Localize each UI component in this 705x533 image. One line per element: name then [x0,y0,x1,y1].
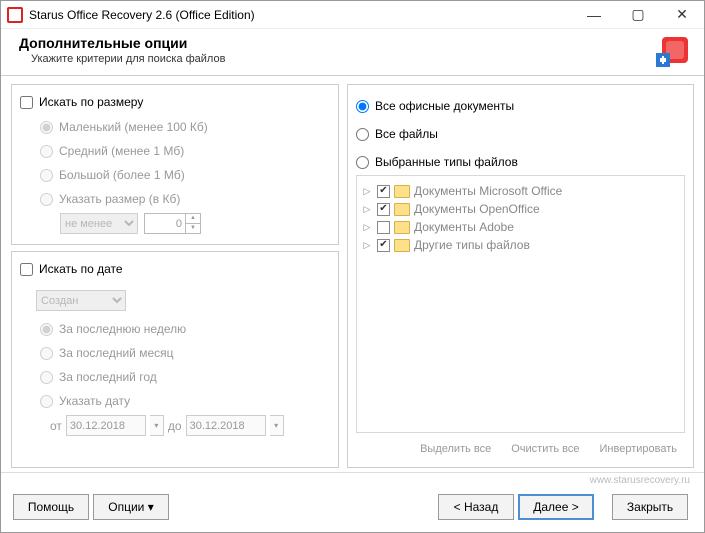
tree-expander-icon[interactable]: ▷ [361,222,373,233]
date-to-label: до [168,419,182,433]
date-last-month-radio[interactable]: За последний месяц [40,343,330,363]
tree-expander-icon[interactable]: ▷ [361,240,373,251]
tree-item[interactable]: ▷ ✔ Документы Microsoft Office [361,182,680,200]
date-last-week-radio[interactable]: За последнюю неделю [40,319,330,339]
options-button[interactable]: Опции ▾ [93,494,169,520]
wizard-header: Дополнительные опции Укажите критерии дл… [1,29,704,76]
clear-all-link[interactable]: Очистить все [511,443,579,455]
invert-link[interactable]: Инвертировать [600,443,677,455]
app-icon [7,7,23,23]
folder-icon [394,203,410,216]
tree-item-label: Документы OpenOffice [414,202,540,216]
tree-item-label: Документы Microsoft Office [414,184,562,198]
date-from-label: от [50,419,62,433]
tree-checkbox[interactable]: ✔ [377,239,390,252]
size-checkbox-input[interactable] [20,96,33,109]
all-office-radio[interactable]: Все офисные документы [356,99,685,113]
search-by-size-checkbox[interactable]: Искать по размеру [20,95,330,109]
tree-item[interactable]: ▷ ✔ Другие типы файлов [361,236,680,254]
tree-expander-icon[interactable]: ▷ [361,186,373,197]
size-custom-radio[interactable]: Указать размер (в Кб) [40,189,330,209]
tree-item-label: Другие типы файлов [414,238,530,252]
date-type-select[interactable]: Создан [36,290,126,311]
window-title: Starus Office Recovery 2.6 (Office Editi… [29,8,572,22]
size-value-spinbox[interactable]: ▲▼ [144,213,201,234]
spin-down-icon[interactable]: ▼ [186,224,200,233]
help-button[interactable]: Помощь [13,494,89,520]
file-types-tree[interactable]: ▷ ✔ Документы Microsoft Office ▷ ✔ Докум… [356,175,685,433]
date-panel: Искать по дате Создан За последнюю недел… [11,251,339,468]
page-title: Дополнительные опции [19,35,225,51]
size-compare-select[interactable]: не менее [60,213,138,234]
maximize-button[interactable]: ▢ [616,1,660,29]
back-button[interactable]: < Назад [438,494,514,520]
tree-expander-icon[interactable]: ▷ [361,204,373,215]
window-controls: — ▢ ✕ [572,1,704,29]
date-last-year-radio[interactable]: За последний год [40,367,330,387]
app-window: Starus Office Recovery 2.6 (Office Editi… [0,0,705,533]
chevron-down-icon[interactable]: ▾ [270,415,284,436]
date-from-input[interactable] [66,415,146,436]
tree-item[interactable]: ▷ ✔ Документы OpenOffice [361,200,680,218]
tree-checkbox[interactable]: ✔ [377,203,390,216]
date-to-input[interactable] [186,415,266,436]
content-area: Искать по размеру Маленький (менее 100 К… [1,76,704,472]
select-all-link[interactable]: Выделить все [420,443,491,455]
close-button[interactable]: Закрыть [612,494,688,520]
tree-item-label: Документы Adobe [414,220,514,234]
chevron-down-icon[interactable]: ▾ [150,415,164,436]
all-files-radio[interactable]: Все файлы [356,127,685,141]
titlebar: Starus Office Recovery 2.6 (Office Editi… [1,1,704,29]
search-by-date-checkbox[interactable]: Искать по дате [20,262,330,276]
office-recovery-icon [656,35,690,72]
close-window-button[interactable]: ✕ [660,1,704,29]
website-signature: www.starusrecovery.ru [1,472,704,486]
size-panel: Искать по размеру Маленький (менее 100 К… [11,84,339,245]
folder-icon [394,185,410,198]
tree-checkbox[interactable] [377,221,390,234]
size-large-radio[interactable]: Большой (более 1 Мб) [40,165,330,185]
types-panel: Все офисные документы Все файлы Выбранны… [347,84,694,468]
size-small-radio[interactable]: Маленький (менее 100 Кб) [40,117,330,137]
tree-item[interactable]: ▷ Документы Adobe [361,218,680,236]
page-subtitle: Укажите критерии для поиска файлов [31,53,225,65]
size-checkbox-label: Искать по размеру [39,95,143,109]
folder-icon [394,239,410,252]
spin-up-icon[interactable]: ▲ [186,214,200,224]
date-checkbox-input[interactable] [20,263,33,276]
footer: Помощь Опции ▾ < Назад Далее > Закрыть [1,486,704,532]
folder-icon [394,221,410,234]
next-button[interactable]: Далее > [518,494,594,520]
size-medium-radio[interactable]: Средний (менее 1 Мб) [40,141,330,161]
date-custom-radio[interactable]: Указать дату [40,391,330,411]
minimize-button[interactable]: — [572,1,616,29]
size-value-input[interactable] [144,213,186,234]
tree-checkbox[interactable]: ✔ [377,185,390,198]
selected-types-radio[interactable]: Выбранные типы файлов [356,155,685,169]
date-checkbox-label: Искать по дате [39,262,123,276]
